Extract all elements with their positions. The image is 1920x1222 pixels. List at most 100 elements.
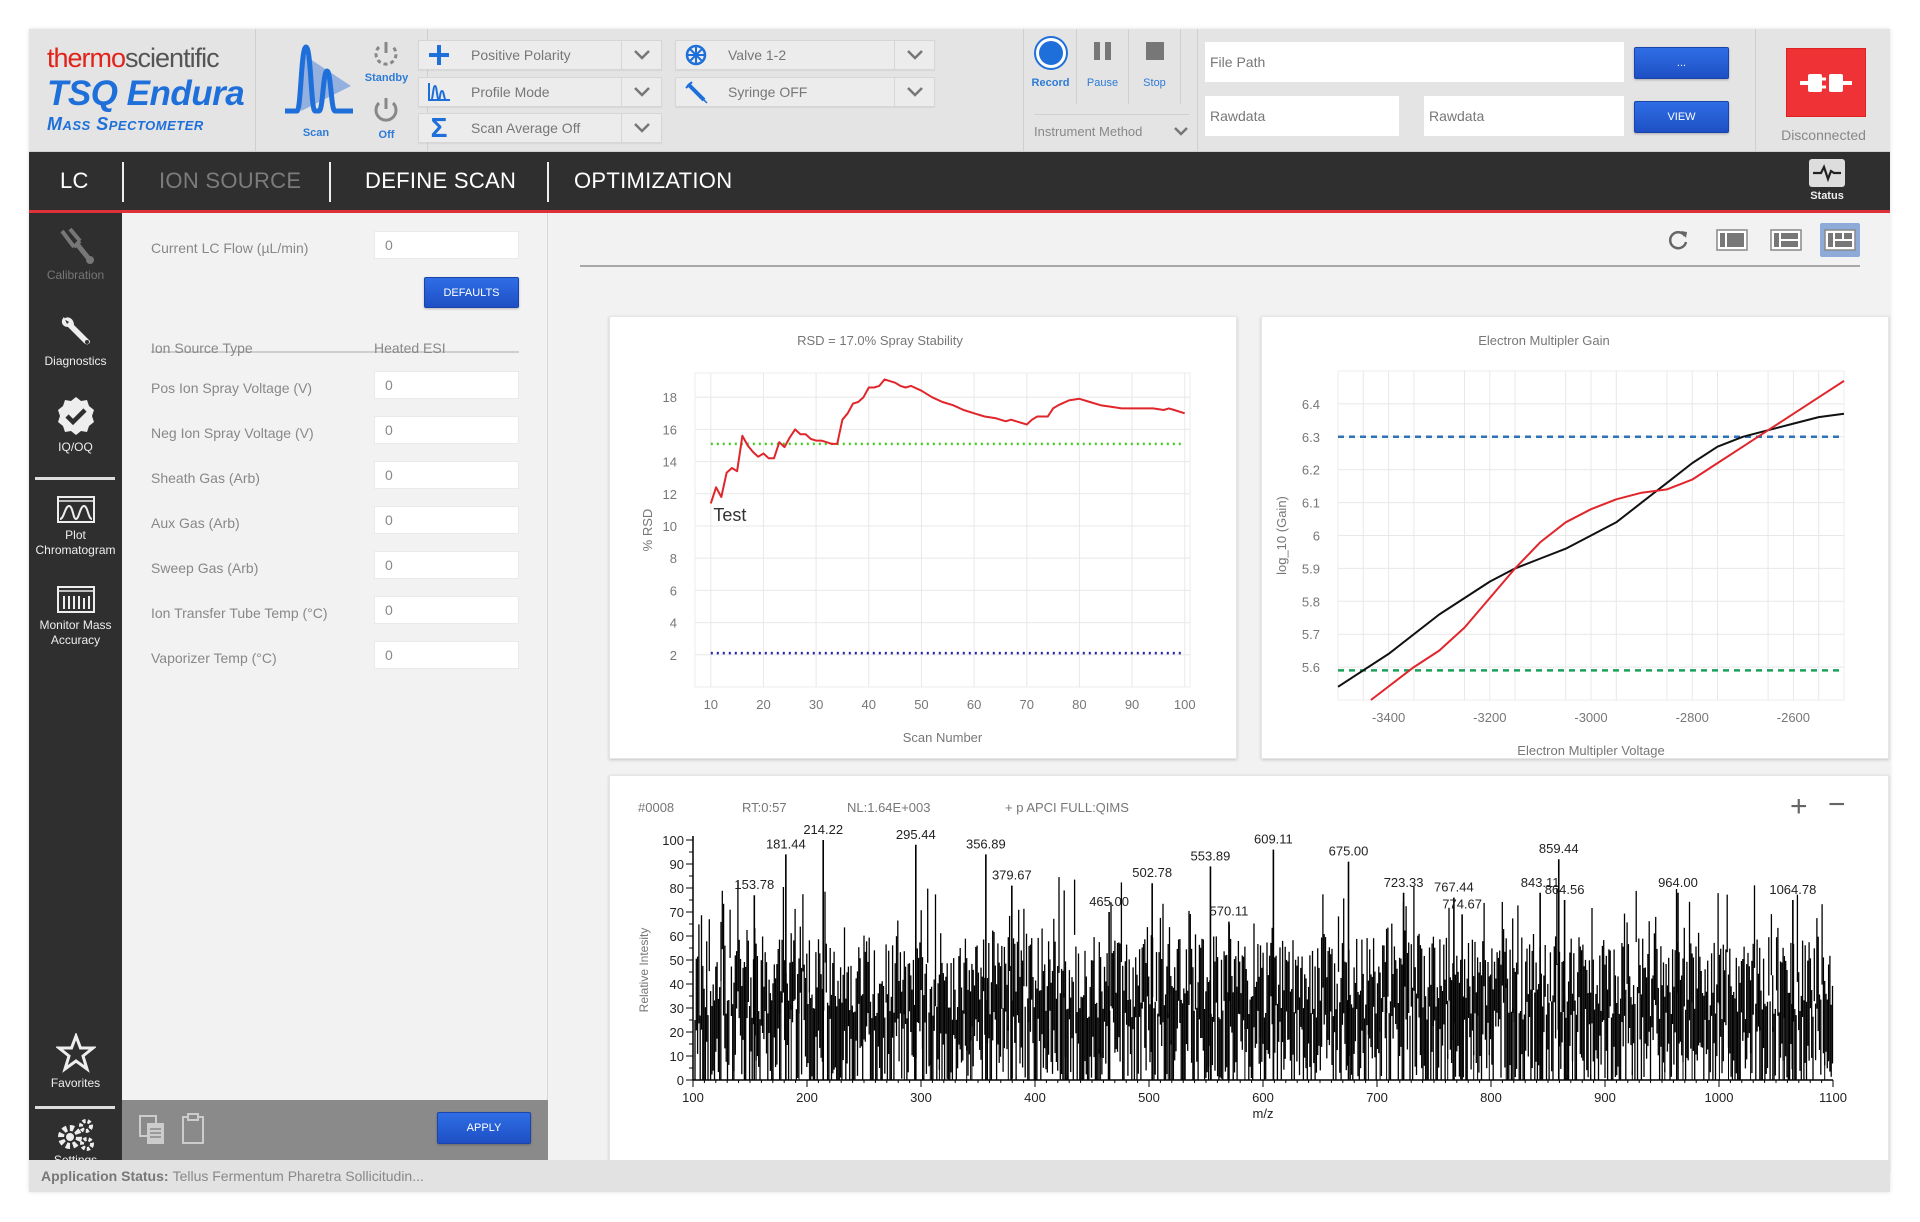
- sidebar-item-diagnostics[interactable]: Diagnostics: [29, 311, 122, 369]
- x-tick-label: 800: [1480, 1090, 1502, 1105]
- neg-spray-voltage-label: Neg Ion Spray Voltage (V): [151, 425, 314, 441]
- scan-button[interactable]: Scan: [281, 41, 361, 141]
- ion-transfer-temp-input[interactable]: 0: [374, 596, 519, 624]
- layout-split-icon: [1770, 229, 1802, 251]
- tab-divider: [547, 162, 549, 202]
- y-tick-label: 12: [663, 487, 677, 502]
- y-tick-label: 20: [670, 1025, 684, 1040]
- pause-icon: [1093, 42, 1111, 60]
- defaults-button[interactable]: DEFAULTS: [424, 277, 519, 308]
- y-tick-label: 5.6: [1302, 660, 1320, 675]
- y-tick-label: 4: [670, 616, 677, 631]
- tab-define-scan[interactable]: DEFINE SCAN: [365, 152, 516, 210]
- tab-optimization[interactable]: OPTIMIZATION: [574, 152, 732, 210]
- y-tick-label: 6: [670, 583, 677, 598]
- sidebar-item-calibration[interactable]: Calibration: [29, 227, 122, 283]
- y-tick-label: 5.8: [1302, 594, 1320, 609]
- mass-accuracy-icon: [56, 586, 95, 613]
- standby-button[interactable]: Standby: [359, 37, 414, 89]
- status-text: Tellus Fermentum Pharetra Sollicitudin..…: [172, 1168, 424, 1184]
- mass-spectrum-card: #0008 RT:0:57 NL:1.64E+003 + p APCI FULL:QI…: [609, 775, 1889, 1171]
- x-tick-label: 500: [1138, 1090, 1160, 1105]
- x-tick-label: 10: [704, 697, 718, 712]
- tab-ion-source[interactable]: ION SOURCE: [159, 152, 301, 210]
- valve-dropdown[interactable]: Valve 1-2: [675, 40, 935, 70]
- peak-label: 1064.78: [1769, 882, 1816, 897]
- clipboard-icon: [182, 1113, 204, 1144]
- pos-spray-voltage-label: Pos Ion Spray Voltage (V): [151, 380, 313, 396]
- plot-area: [694, 372, 1191, 688]
- unplugged-icon: [1786, 48, 1866, 117]
- plus-icon: [419, 40, 459, 70]
- pause-button[interactable]: Pause: [1077, 29, 1129, 104]
- lc-flow-label: Current LC Flow (µL/min): [151, 240, 309, 256]
- sidebar-item-plot-chromatogram[interactable]: Plot Chromatogram: [29, 495, 122, 558]
- scan-average-dropdown[interactable]: Σ Scan Average Off: [418, 112, 662, 143]
- sidebar-item-monitor-mass-accuracy[interactable]: Monitor Mass Accuracy: [29, 585, 122, 648]
- y-tick-label: 6.4: [1302, 397, 1320, 412]
- syringe-dropdown[interactable]: Syringe OFF: [675, 77, 935, 107]
- layout-split-button[interactable]: [1766, 223, 1806, 257]
- aux-gas-input[interactable]: 0: [374, 506, 519, 534]
- aux-gas-label: Aux Gas (Arb): [151, 515, 240, 531]
- product-subtitle: Mass Spectometer: [47, 114, 204, 134]
- sweep-gas-input[interactable]: 0: [374, 551, 519, 579]
- vaporizer-temp-input[interactable]: 0: [374, 641, 519, 669]
- mass-spectrum-chart[interactable]: #0008 RT:0:57 NL:1.64E+003 + p APCI FULL:QI…: [610, 776, 1890, 1172]
- rawdata-input-1[interactable]: Rawdata: [1204, 95, 1400, 137]
- chromatogram-icon: [56, 496, 95, 523]
- layout-grid-button[interactable]: [1820, 223, 1860, 257]
- profile-mode-dropdown[interactable]: Profile Mode: [418, 77, 662, 107]
- file-path-input[interactable]: File Path: [1204, 41, 1625, 83]
- chart-annotation: Test: [713, 505, 746, 525]
- peak-label: 570.11: [1210, 904, 1249, 919]
- refresh-button[interactable]: [1658, 223, 1698, 257]
- y-tick-label: 6.1: [1302, 496, 1320, 511]
- neg-spray-voltage-input[interactable]: 0: [374, 416, 519, 444]
- x-tick-label: 100: [682, 1090, 704, 1105]
- x-tick-label: -3400: [1372, 710, 1405, 725]
- sheath-gas-label: Sheath Gas (Arb): [151, 470, 260, 486]
- pos-spray-voltage-input[interactable]: 0: [374, 371, 519, 399]
- sheath-gas-input[interactable]: 0: [374, 461, 519, 489]
- instrument-method-dropdown[interactable]: Instrument Method: [1034, 114, 1189, 144]
- y-tick-label: 6.3: [1302, 430, 1320, 445]
- off-button[interactable]: Off: [359, 93, 414, 145]
- apply-button[interactable]: APPLY: [437, 1112, 531, 1144]
- x-tick-label: -3200: [1473, 710, 1506, 725]
- zoom-in-button[interactable]: +: [1790, 792, 1808, 822]
- connection-status[interactable]: Disconnected: [1755, 29, 1890, 152]
- rsd-chart[interactable]: RSD = 17.0% Spray Stability 10 20 30 40 50 60 7…: [610, 317, 1238, 760]
- x-tick-label: 80: [1072, 697, 1086, 712]
- sidebar-item-favorites[interactable]: Favorites: [29, 1033, 122, 1091]
- zoom-out-button[interactable]: −: [1828, 790, 1846, 820]
- sidebar-item-iqoq[interactable]: IQ/OQ: [29, 395, 122, 455]
- tab-lc[interactable]: LC: [60, 152, 89, 210]
- y-axis-label: % RSD: [640, 509, 655, 552]
- view-button[interactable]: VIEW: [1634, 101, 1729, 133]
- sweep-gas-label: Sweep Gas (Arb): [151, 560, 259, 576]
- stop-icon: [1145, 42, 1164, 60]
- stop-button[interactable]: Stop: [1129, 29, 1181, 104]
- em-gain-chart[interactable]: Electron Multipler Gain -3400 -3200 -3000 -2…: [1262, 317, 1890, 760]
- peak-label: 675.00: [1329, 844, 1369, 859]
- lc-flow-input[interactable]: 0: [374, 231, 519, 259]
- status-button[interactable]: Status: [1807, 159, 1847, 207]
- browse-button[interactable]: ...: [1634, 47, 1729, 79]
- x-axis-label: Scan Number: [903, 730, 983, 745]
- x-tick-label: 50: [914, 697, 928, 712]
- copy-button[interactable]: [138, 1114, 168, 1146]
- divider: [1197, 29, 1198, 152]
- x-tick-label: 90: [1125, 697, 1139, 712]
- peak-label: 553.89: [1191, 848, 1231, 863]
- layout-single-button[interactable]: [1712, 223, 1752, 257]
- tuning-fork-icon: [59, 227, 94, 264]
- x-tick-label: -2600: [1777, 710, 1810, 725]
- profile-peak-icon: [419, 77, 459, 107]
- chevron-down-icon: [1173, 124, 1189, 139]
- paste-button[interactable]: [180, 1112, 206, 1146]
- peak-label: 214.22: [803, 822, 843, 837]
- record-button[interactable]: Record: [1025, 29, 1077, 104]
- polarity-dropdown[interactable]: Positive Polarity: [418, 40, 662, 70]
- rawdata-input-2[interactable]: Rawdata: [1423, 95, 1625, 137]
